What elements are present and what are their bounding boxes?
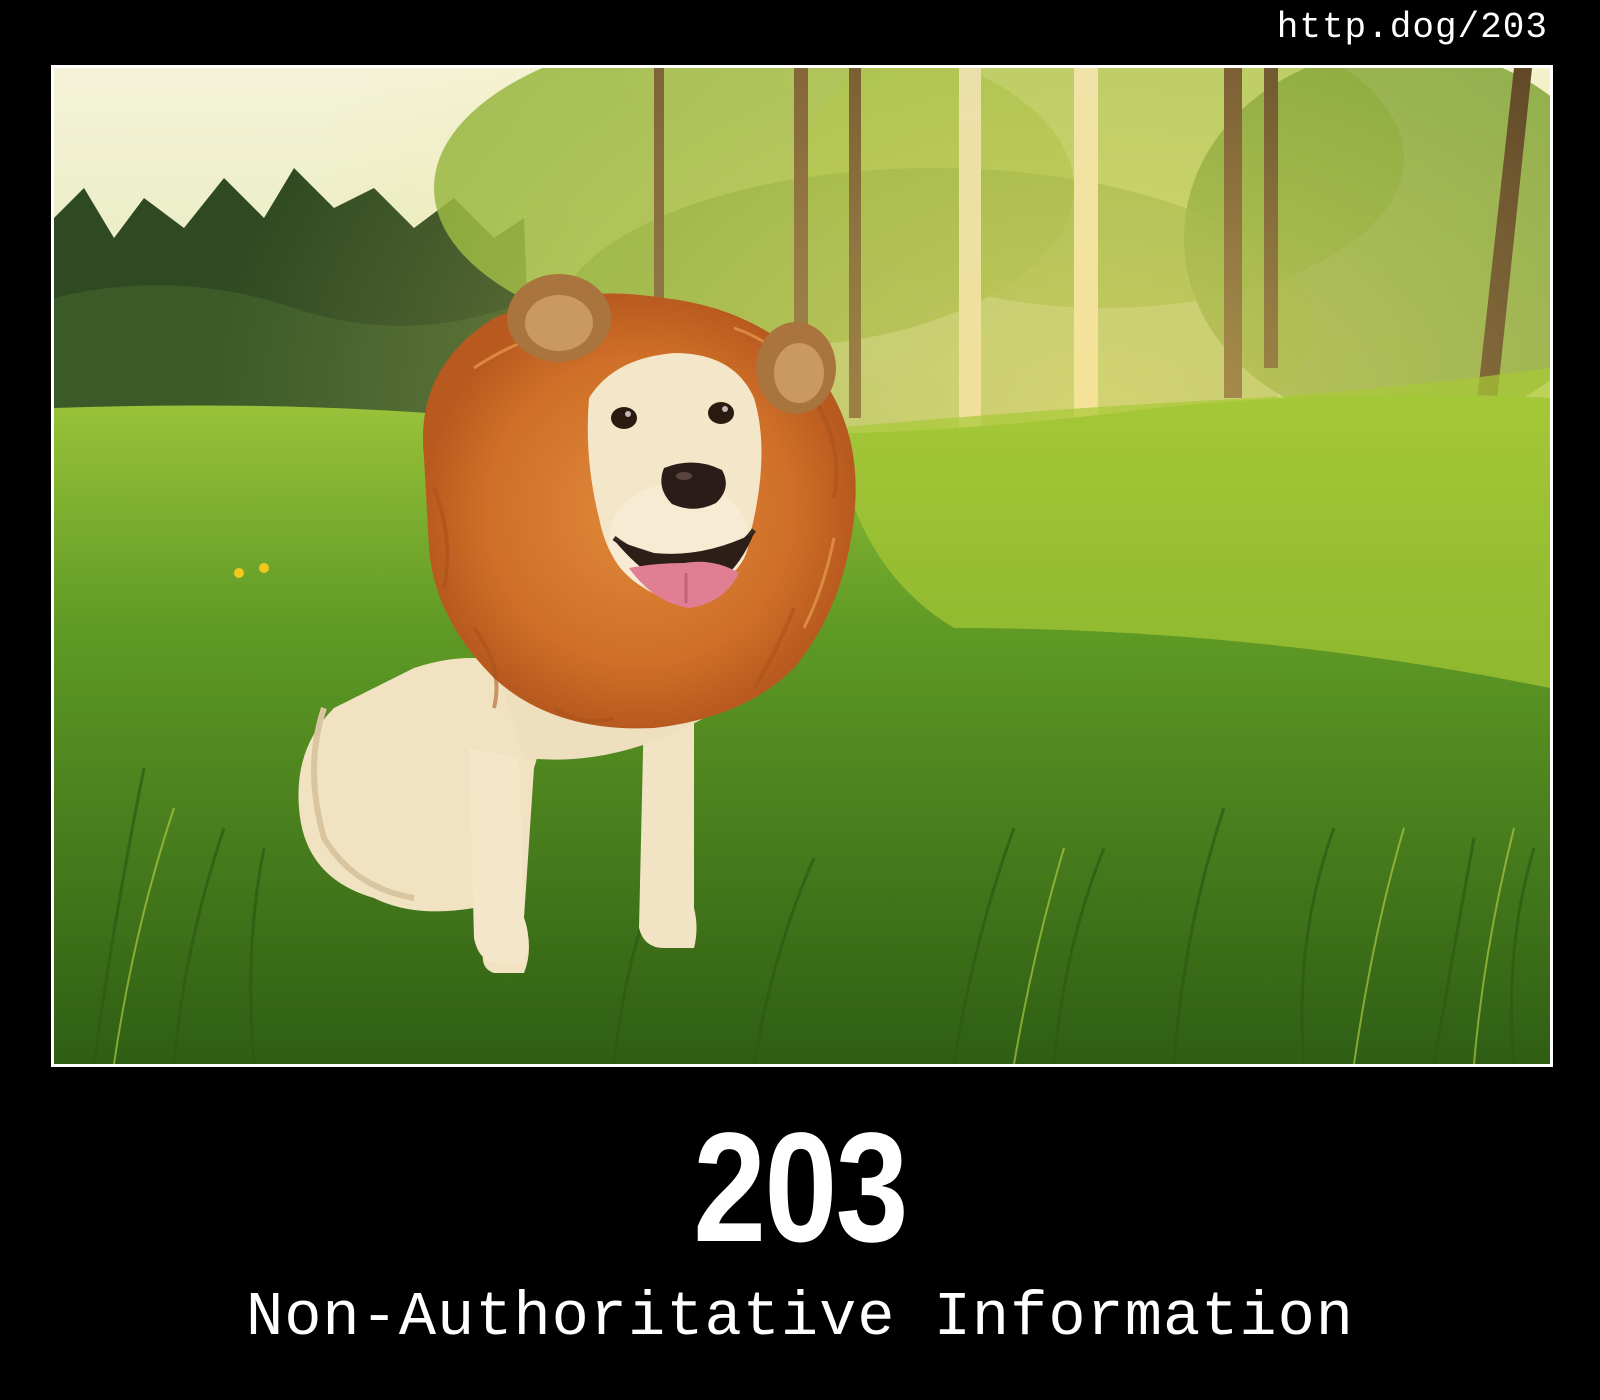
- status-message: Non-Authoritative Information: [246, 1282, 1354, 1353]
- dog-photo-illustration: [54, 68, 1550, 1064]
- dog-photo: [51, 65, 1553, 1067]
- site-url: http.dog/203: [1276, 7, 1548, 48]
- status-code: 203: [693, 1101, 908, 1275]
